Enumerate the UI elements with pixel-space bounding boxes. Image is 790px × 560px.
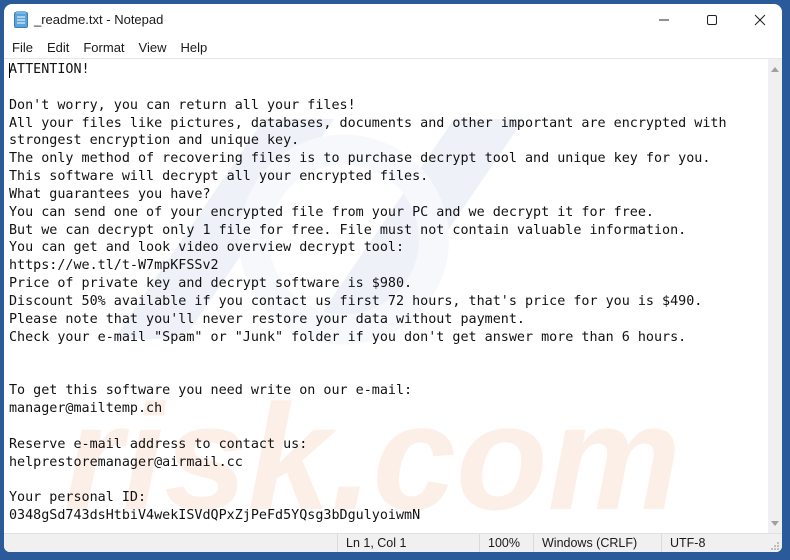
menu-format[interactable]: Format xyxy=(79,40,132,55)
menu-file[interactable]: File xyxy=(8,40,41,55)
text-caret xyxy=(9,63,10,78)
status-bar: Ln 1, Col 1 100% Windows (CRLF) UTF-8 xyxy=(4,533,782,552)
text-editor[interactable]: risk.com ATTENTION! Don't worry, you can… xyxy=(4,58,768,534)
close-button[interactable] xyxy=(736,4,782,36)
menu-help[interactable]: Help xyxy=(176,40,215,55)
scroll-up-icon[interactable] xyxy=(771,67,779,72)
menu-view[interactable]: View xyxy=(135,40,175,55)
close-icon xyxy=(754,14,766,26)
window-title: _readme.txt - Notepad xyxy=(34,12,164,27)
encoding: UTF-8 xyxy=(661,534,769,552)
document-text[interactable]: ATTENTION! Don't worry, you can return a… xyxy=(9,61,727,525)
maximize-button[interactable] xyxy=(688,4,736,36)
menu-edit[interactable]: Edit xyxy=(43,40,77,55)
scroll-down-icon[interactable] xyxy=(771,521,779,526)
cursor-position: Ln 1, Col 1 xyxy=(337,534,479,552)
resize-grip-icon[interactable] xyxy=(770,541,780,551)
menu-bar: File Edit Format View Help xyxy=(4,36,782,58)
notepad-window: _readme.txt - Notepad File Edit Format V… xyxy=(4,4,782,552)
notepad-icon xyxy=(14,11,28,28)
line-endings: Windows (CRLF) xyxy=(533,534,661,552)
minimize-button[interactable] xyxy=(640,4,688,36)
minimize-icon xyxy=(659,19,669,21)
title-bar[interactable]: _readme.txt - Notepad xyxy=(4,4,782,36)
zoom-level: 100% xyxy=(479,534,533,552)
vertical-scrollbar[interactable] xyxy=(768,58,782,534)
maximize-icon xyxy=(707,15,717,25)
